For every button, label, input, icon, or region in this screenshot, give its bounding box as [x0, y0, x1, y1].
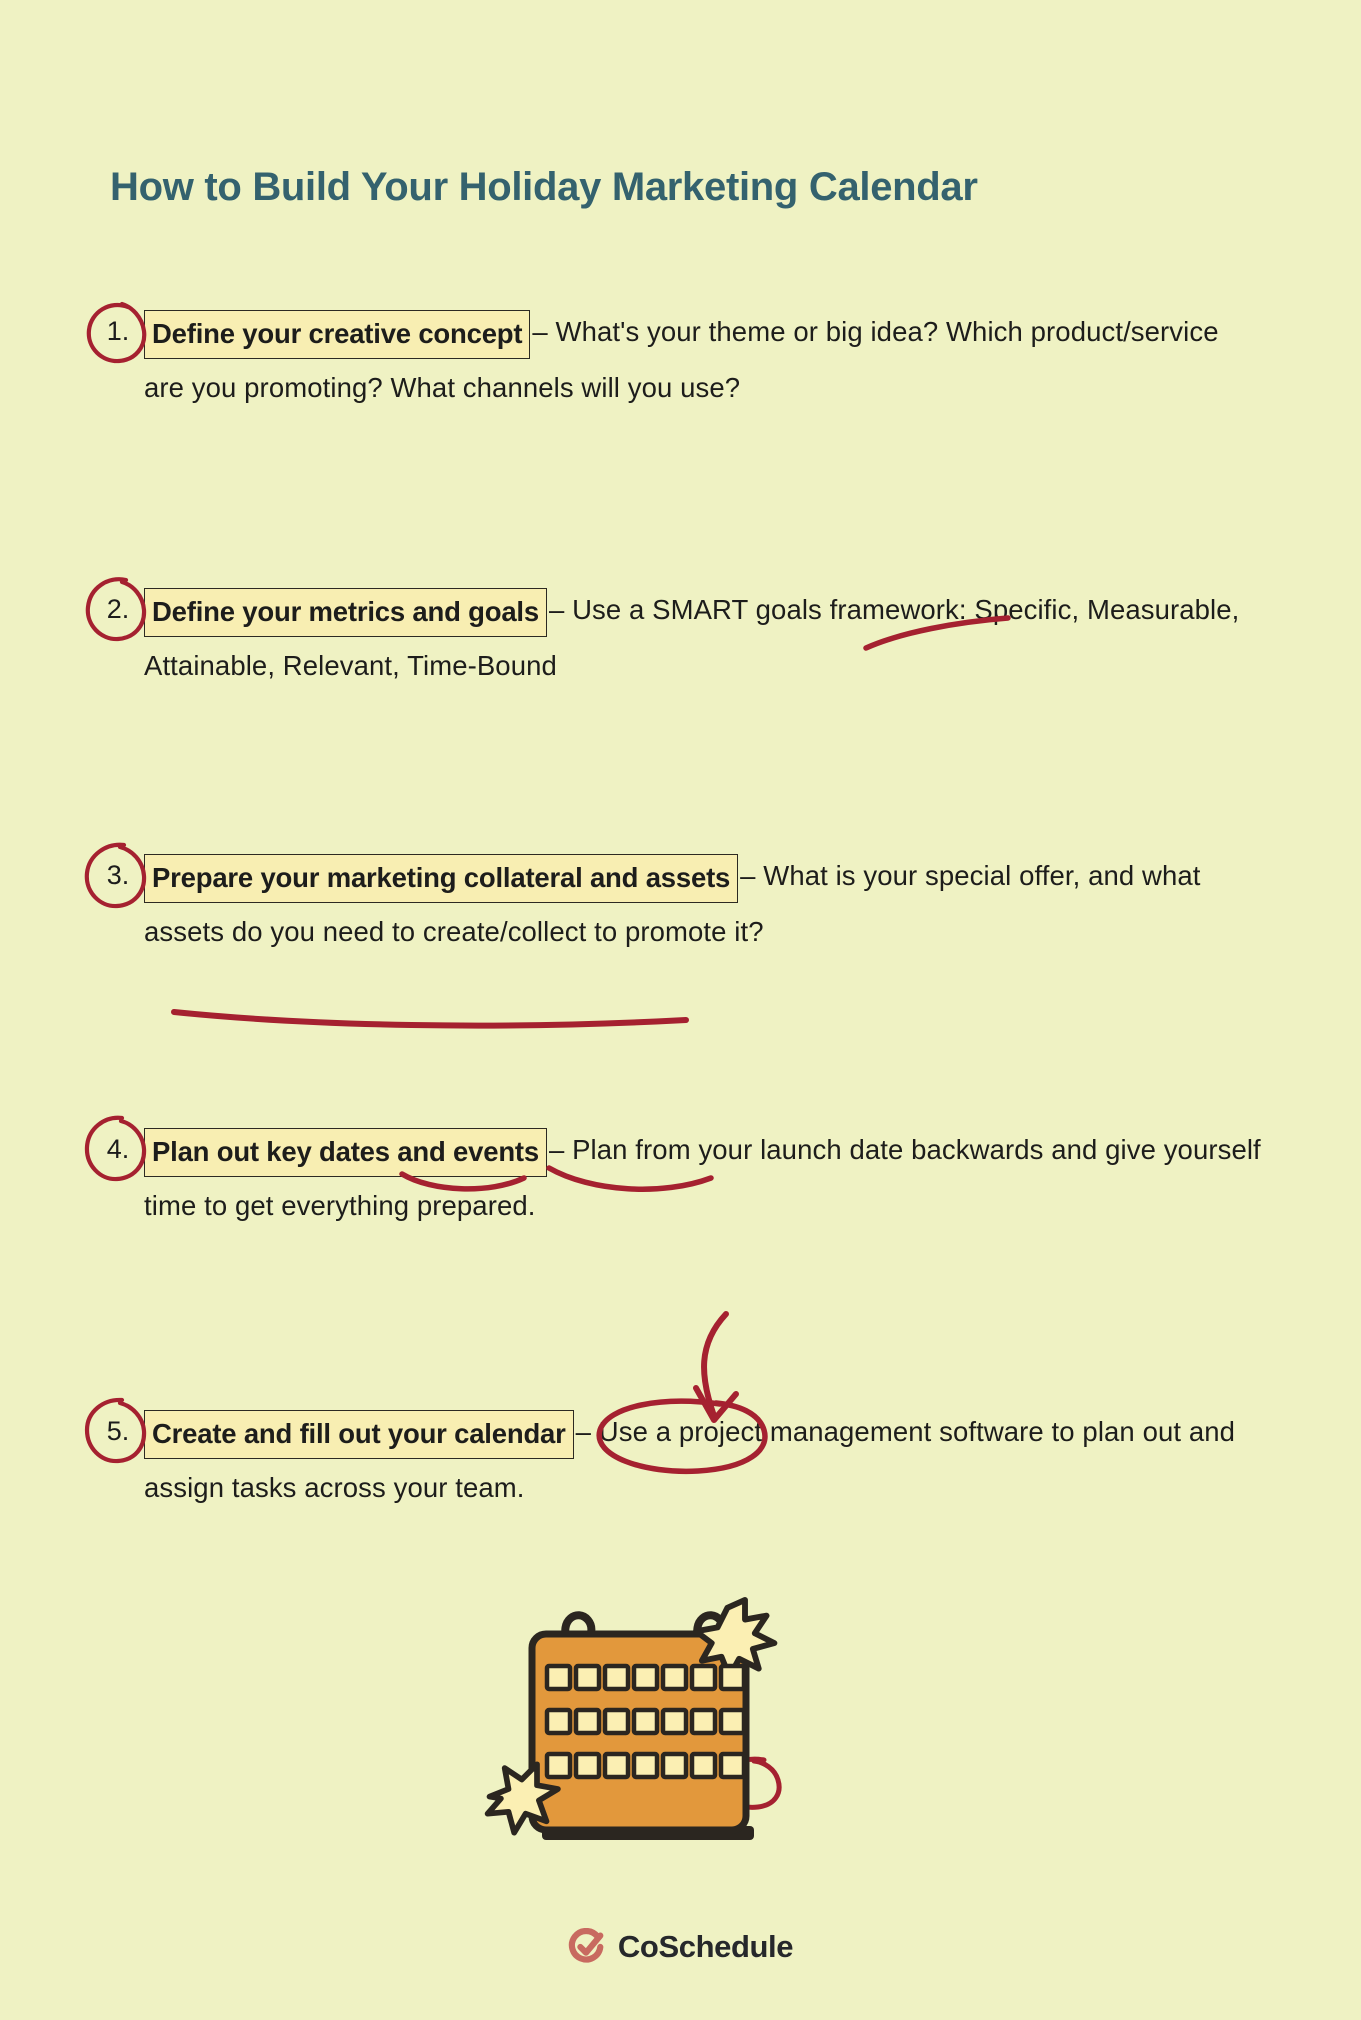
step-number-circle-4: 4. — [84, 1115, 148, 1182]
step-number-circle-2: 2. — [85, 577, 148, 642]
calendar-illustration — [484, 1597, 826, 1870]
step-number-label-5: 5. — [106, 1416, 130, 1446]
step-text-4: Plan out key dates and events – Plan from… — [144, 1122, 1266, 1234]
step-number-label-4: 4. — [106, 1134, 130, 1164]
step-item-3: 3. Prepare your marketing collateral and… — [84, 842, 1266, 960]
step-heading-1: Define your creative concept — [144, 310, 531, 359]
page-title: How to Build Your Holiday Marketing Cale… — [110, 164, 978, 209]
step-text-2: Define your metrics and goals – Use a SMA… — [144, 582, 1266, 694]
step-number-circle-1: 1. — [86, 301, 148, 364]
step-heading-4: Plan out key dates and events — [144, 1128, 547, 1177]
step-heading-5: Create and fill out your calendar — [144, 1410, 574, 1459]
step-number-circle-5: 5. — [84, 1397, 148, 1464]
step-heading-3: Prepare your marketing collateral and as… — [144, 854, 739, 903]
coschedule-check-icon — [568, 1928, 604, 1963]
step-item-1: 1. Define your creative concept – What's … — [86, 301, 1266, 416]
step-item-5: 5. Create and fill out your calendar – Us… — [84, 1397, 1266, 1516]
step-number-label-1: 1. — [106, 316, 130, 346]
infographic-page: How to Build Your Holiday Marketing Cale… — [0, 0, 1361, 2020]
step-number-circle-3: 3. — [84, 842, 148, 909]
step-item-4: 4. Plan out key dates and events – Plan f… — [84, 1115, 1266, 1234]
step-text-3: Prepare your marketing collateral and as… — [144, 848, 1266, 960]
underline-create-collect-annotation — [171, 1009, 689, 1029]
coschedule-logo: CoSchedule — [0, 1928, 1361, 1966]
desk-calendar-icon — [484, 1597, 778, 1840]
logo-text: CoSchedule — [617, 1929, 794, 1964]
step-item-2: 2. Define your metrics and goals – Use a … — [85, 577, 1266, 694]
step-heading-2: Define your metrics and goals — [144, 588, 547, 637]
step-number-label-2: 2. — [106, 594, 130, 624]
step-number-label-3: 3. — [106, 860, 130, 890]
step-text-1: Define your creative concept – What's you… — [144, 304, 1266, 416]
step-text-5: Create and fill out your calendar – Use a… — [144, 1404, 1266, 1516]
